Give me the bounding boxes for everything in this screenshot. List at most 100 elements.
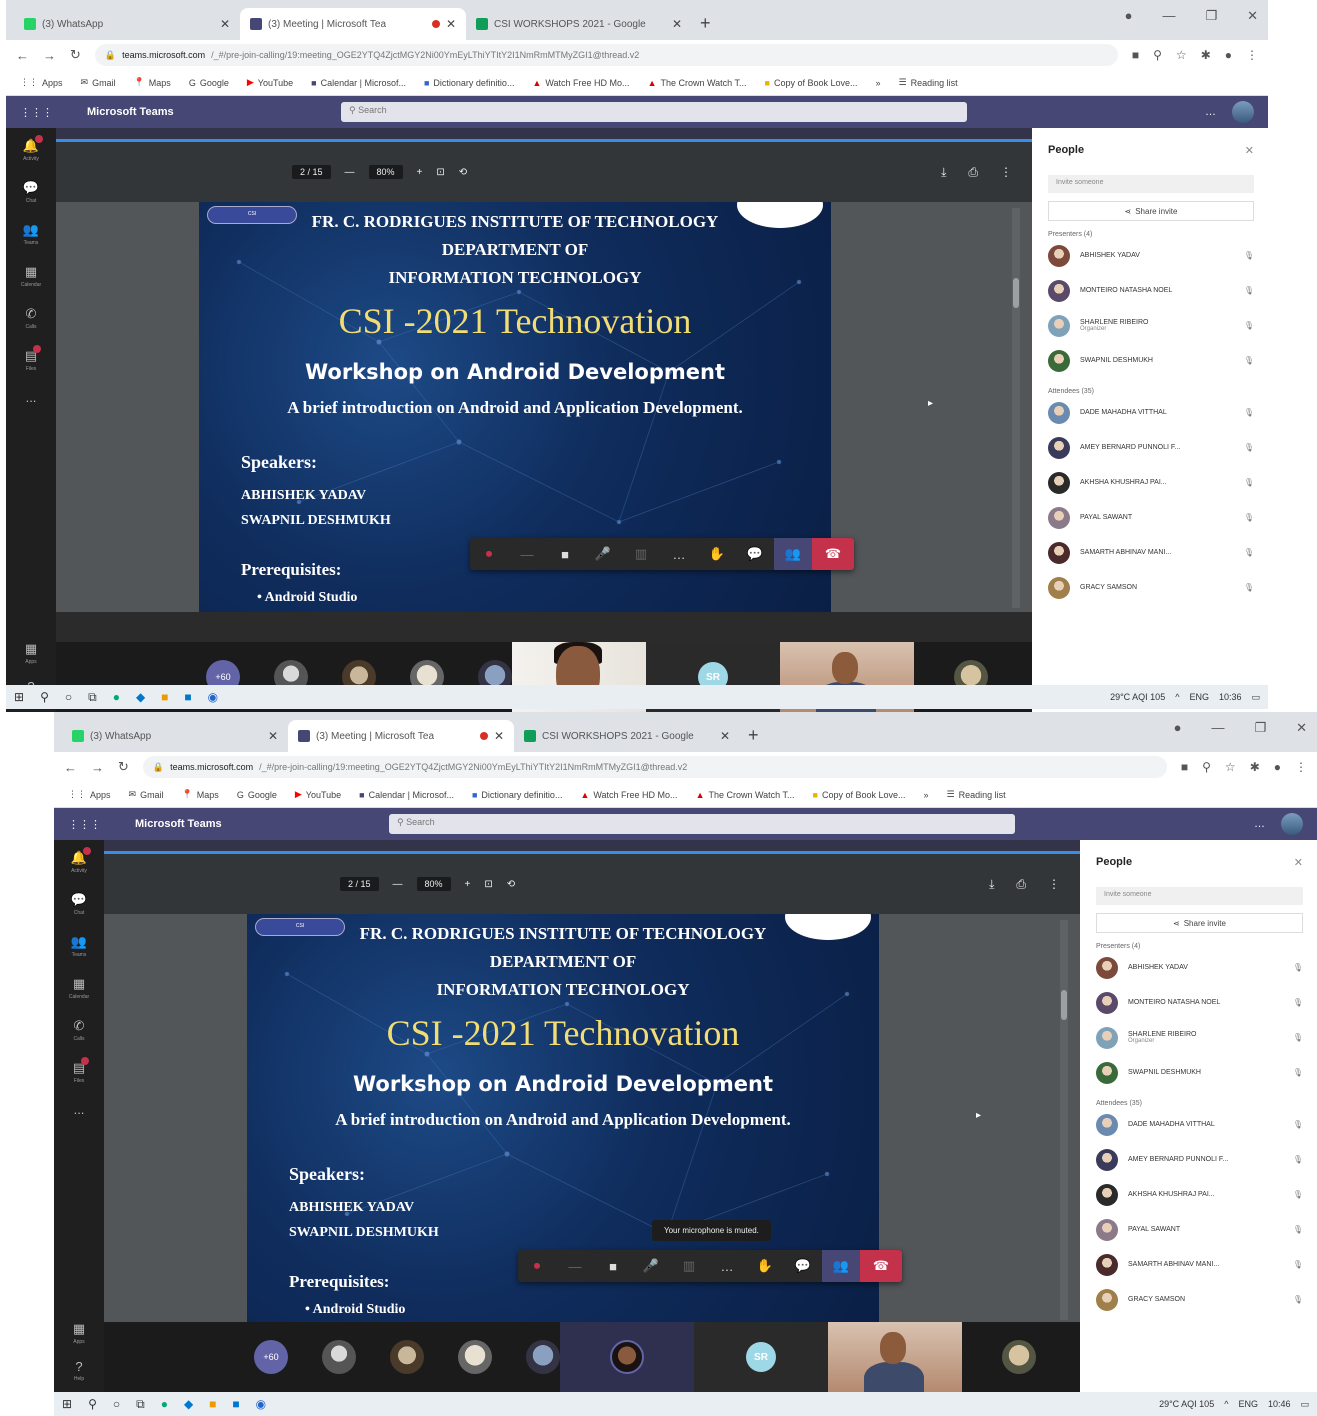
close-tab-icon[interactable]: ✕ [494, 729, 504, 743]
bookmark-item[interactable]: ▲ Watch Free HD Mo... [532, 78, 629, 88]
back-icon[interactable]: ← [64, 760, 77, 775]
participant-row[interactable]: AKHSHA KHUSHRAJ PAI... 🎙 [1048, 465, 1254, 500]
raise-hand-icon[interactable]: ✋ [746, 1250, 784, 1282]
bookmark-item[interactable]: ☰ Reading list [947, 789, 1006, 800]
bookmark-item[interactable]: G Google [189, 78, 229, 88]
share-tray-icon[interactable]: ▥ [622, 538, 660, 570]
participant-row[interactable]: SHARLENE RIBEIRO Organizer 🎙 [1048, 308, 1254, 343]
search-icon[interactable]: ⚲ [40, 690, 49, 704]
share-tray-icon[interactable]: ▥ [670, 1250, 708, 1282]
rail-chat[interactable]: 💬 Chat [71, 892, 87, 916]
zoom-icon[interactable]: ⚲ [1202, 760, 1211, 774]
bookmark-item[interactable]: ☰ Reading list [899, 77, 958, 88]
participant-row[interactable]: MONTEIRO NATASHA NOEL 🎙 [1048, 273, 1254, 308]
close-panel-icon[interactable]: ✕ [1245, 144, 1254, 157]
bookmark-item[interactable]: ▶ YouTube [295, 789, 341, 800]
invite-input[interactable]: Invite someone [1096, 887, 1303, 905]
participant-avatar[interactable] [390, 1340, 424, 1374]
reload-icon[interactable]: ↻ [70, 47, 81, 63]
participant-row[interactable]: SWAPNIL DESHMUKH 🎙 [1096, 1055, 1303, 1090]
chat-toggle-icon[interactable]: 💬 [736, 538, 774, 570]
vscode-icon[interactable]: ◆ [136, 690, 145, 704]
tab-csi-sheet[interactable]: CSI WORKSHOPS 2021 - Google ✕ [514, 720, 740, 752]
attendees-heading[interactable]: Attendees (35) [1096, 1100, 1303, 1107]
extensions-icon[interactable]: ✱ [1201, 48, 1211, 62]
bookmark-item[interactable]: ■ Calendar | Microsof... [311, 78, 406, 88]
participant-video-tile[interactable] [560, 1322, 694, 1392]
edge-icon[interactable]: ● [161, 1397, 168, 1411]
profile-dot-icon[interactable]: ● [1125, 8, 1133, 24]
bookmarks-overflow[interactable]: » [876, 78, 881, 88]
camera-toggle-icon[interactable]: ■ [546, 538, 584, 570]
bookmark-item[interactable]: G Google [237, 790, 277, 800]
rail-calendar[interactable]: ▦ Calendar [21, 264, 41, 288]
hang-up-icon[interactable]: ☎ [812, 538, 854, 570]
profile-avatar-icon[interactable]: ● [1274, 760, 1281, 774]
rail-help[interactable]: ?Help [73, 1359, 85, 1382]
camera-toggle-icon[interactable]: ■ [594, 1250, 632, 1282]
forward-icon[interactable]: → [43, 48, 56, 63]
participant-row[interactable]: PAYAL SAWANT 🎙 [1096, 1212, 1303, 1247]
more-actions-icon[interactable]: … [660, 538, 698, 570]
participant-row[interactable]: GRACY SAMSON 🎙 [1096, 1282, 1303, 1317]
star-icon[interactable]: ☆ [1225, 760, 1236, 774]
download-icon[interactable]: ⤓ [941, 165, 946, 180]
participant-row[interactable]: MONTEIRO NATASHA NOEL 🎙 [1096, 985, 1303, 1020]
close-tab-icon[interactable]: ✕ [446, 17, 456, 31]
more-actions-icon[interactable]: … [708, 1250, 746, 1282]
weather-widget[interactable]: 29°C AQI 105 [1110, 692, 1165, 702]
rail-files[interactable]: ▤ Files [73, 1057, 90, 1084]
pdf-menu-icon[interactable]: ⋮ [1048, 877, 1060, 892]
search-input[interactable]: ⚲ Search [389, 814, 1015, 834]
bookmark-item[interactable]: ■ Copy of Book Love... [765, 78, 858, 88]
participant-row[interactable]: SWAPNIL DESHMUKH 🎙 [1048, 343, 1254, 378]
share-invite-button[interactable]: ⋖ Share invite [1096, 913, 1303, 933]
participant-row[interactable]: AMEY BERNARD PUNNOLI F... 🎙 [1096, 1142, 1303, 1177]
rotate-icon[interactable]: ⟲ [507, 879, 515, 890]
notifications-icon[interactable]: ▭ [1251, 692, 1260, 703]
attendees-heading[interactable]: Attendees (35) [1048, 388, 1254, 395]
avatar[interactable] [1281, 813, 1303, 835]
bookmark-item[interactable]: ▲ The Crown Watch T... [696, 790, 795, 800]
participant-row[interactable]: AKHSHA KHUSHRAJ PAI... 🎙 [1096, 1177, 1303, 1212]
rail-calendar[interactable]: ▦ Calendar [69, 976, 89, 1000]
menu-icon[interactable]: ⋮ [1246, 48, 1258, 62]
hang-up-icon[interactable]: ☎ [860, 1250, 902, 1282]
rail-apps[interactable]: ▦ Apps [73, 1321, 85, 1345]
tab-csi-sheet[interactable]: CSI WORKSHOPS 2021 - Google ✕ [466, 8, 692, 40]
participant-avatar[interactable] [322, 1340, 356, 1374]
clock[interactable]: 10:46 [1268, 1399, 1291, 1409]
participant-row[interactable]: SAMARTH ABHINAV MANI... 🎙 [1096, 1247, 1303, 1282]
page-indicator[interactable]: 2 / 15 [292, 165, 331, 179]
participant-video-tile[interactable] [828, 1322, 962, 1392]
download-icon[interactable]: ⤓ [989, 877, 994, 892]
participant-row[interactable]: GRACY SAMSON 🎙 [1048, 570, 1254, 605]
bookmark-item[interactable]: ■ Calendar | Microsof... [359, 790, 454, 800]
bookmark-item[interactable]: ■ Dictionary definitio... [424, 78, 514, 88]
bookmark-item[interactable]: 📍 Maps [182, 789, 219, 800]
bookmark-item[interactable]: ▶ YouTube [247, 77, 293, 88]
minimize-icon[interactable]: — [1162, 8, 1175, 24]
chrome-icon[interactable]: ◉ [256, 1397, 266, 1411]
close-tab-icon[interactable]: ✕ [672, 17, 682, 31]
tray-chevron-icon[interactable]: ^ [1175, 692, 1179, 702]
participant-row[interactable]: SAMARTH ABHINAV MANI... 🎙 [1048, 535, 1254, 570]
folder-icon[interactable]: ■ [161, 690, 168, 704]
participants-toggle-icon[interactable]: 👥 [774, 538, 812, 570]
back-icon[interactable]: ← [16, 48, 29, 63]
participant-avatar[interactable] [1002, 1340, 1036, 1374]
mic-toggle-icon[interactable]: 🎤 [584, 538, 622, 570]
language-indicator[interactable]: ENG [1189, 692, 1209, 702]
rail-activity[interactable]: 🔔 Activity [71, 847, 92, 874]
url-field[interactable]: 🔒 teams.microsoft.com/_#/pre-join-callin… [142, 756, 1167, 778]
close-panel-icon[interactable]: ✕ [1294, 856, 1303, 869]
close-tab-icon[interactable]: ✕ [720, 729, 730, 743]
rail-more[interactable]: ... [74, 1102, 85, 1117]
more-options-icon[interactable]: … [1254, 818, 1265, 830]
chrome-icon[interactable]: ◉ [208, 690, 218, 704]
participant-row[interactable]: DADE MAHADHA VITTHAL 🎙 [1096, 1107, 1303, 1142]
rail-activity[interactable]: 🔔 Activity [23, 135, 44, 162]
vscode-icon[interactable]: ◆ [184, 1397, 193, 1411]
tab-teams-meeting[interactable]: (3) Meeting | Microsoft Tea ✕ [240, 8, 466, 40]
star-icon[interactable]: ☆ [1176, 48, 1187, 62]
